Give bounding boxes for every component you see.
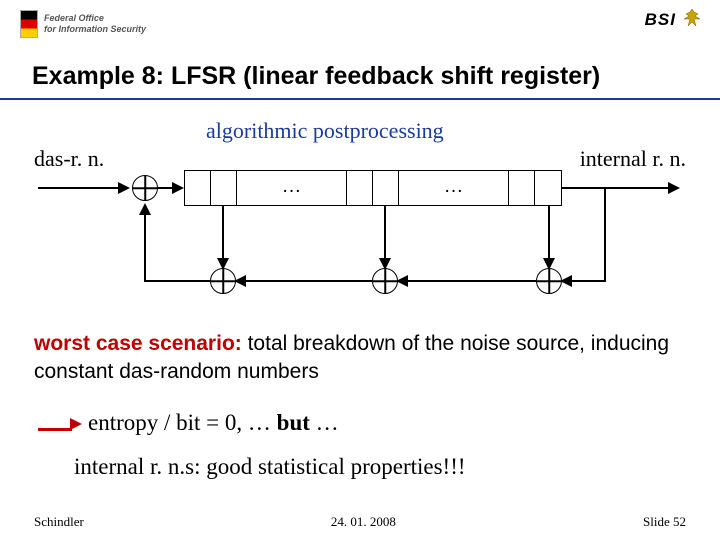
line <box>222 206 224 260</box>
line <box>548 206 550 260</box>
worst-case-paragraph: worst case scenario: total breakdown of … <box>34 330 686 386</box>
footer-author: Schindler <box>34 514 84 530</box>
label-internal-rn: internal r. n. <box>580 146 686 172</box>
register-cell <box>211 171 237 205</box>
label-algorithmic-postprocessing: algorithmic postprocessing <box>206 118 444 144</box>
office-line1: Federal Office <box>44 13 146 24</box>
line <box>238 280 372 282</box>
label-das-rn: das-r. n. <box>34 146 104 172</box>
slide-content: das-r. n. algorithmic postprocessing int… <box>34 110 686 500</box>
register-cell <box>185 171 211 205</box>
xor-node-icon <box>372 268 398 294</box>
internal-good-line: internal r. n.s: good statistical proper… <box>74 454 686 480</box>
register-cell <box>535 171 561 205</box>
title-underline <box>0 98 720 100</box>
slide-title: Example 8: LFSR (linear feedback shift r… <box>32 62 692 91</box>
arrow-head <box>70 418 82 430</box>
line <box>384 206 386 260</box>
arrowhead-icon <box>396 275 408 287</box>
entropy-line: entropy / bit = 0, … but … <box>88 410 686 436</box>
bsi-text: BSI <box>645 10 676 30</box>
federal-office-logo: Federal Office for Information Security <box>20 10 146 38</box>
line <box>144 280 210 282</box>
register-cell <box>373 171 399 205</box>
line <box>144 214 146 282</box>
office-line2: for Information Security <box>44 24 146 35</box>
register-cell <box>509 171 535 205</box>
worst-case-lead: worst case scenario: <box>34 332 242 355</box>
arrow-shaft <box>38 428 72 431</box>
arrowhead-icon <box>668 182 680 194</box>
german-flag-icon <box>20 10 38 38</box>
implication-arrow-icon <box>38 418 82 436</box>
lfsr-diagram: … … <box>34 170 686 310</box>
xor-node-icon <box>536 268 562 294</box>
line <box>604 188 606 281</box>
entropy-pre: entropy / bit = 0, … <box>88 410 277 435</box>
arrowhead-icon <box>118 182 130 194</box>
footer-date: 24. 01. 2008 <box>331 514 396 530</box>
entropy-post: … <box>310 410 339 435</box>
entropy-but: but <box>277 410 310 435</box>
shift-register: … … <box>184 170 562 206</box>
footer-slide-number: Slide 52 <box>643 514 686 530</box>
arrowhead-icon <box>560 275 572 287</box>
register-ellipsis: … <box>237 171 347 205</box>
arrowhead-icon <box>139 203 151 215</box>
xor-node-icon <box>210 268 236 294</box>
register-ellipsis: … <box>399 171 509 205</box>
line <box>38 187 120 189</box>
arrowhead-icon <box>234 275 246 287</box>
register-cell <box>347 171 373 205</box>
slide-footer: Schindler 24. 01. 2008 Slide 52 <box>34 514 686 530</box>
line <box>400 280 536 282</box>
office-name: Federal Office for Information Security <box>44 13 146 35</box>
xor-node-icon <box>132 175 158 201</box>
slide-header: Federal Office for Information Security … <box>14 6 706 56</box>
slide: Federal Office for Information Security … <box>0 0 720 540</box>
arrowhead-icon <box>172 182 184 194</box>
eagle-icon <box>682 8 702 32</box>
line <box>562 187 670 189</box>
bsi-logo: BSI <box>645 8 702 32</box>
